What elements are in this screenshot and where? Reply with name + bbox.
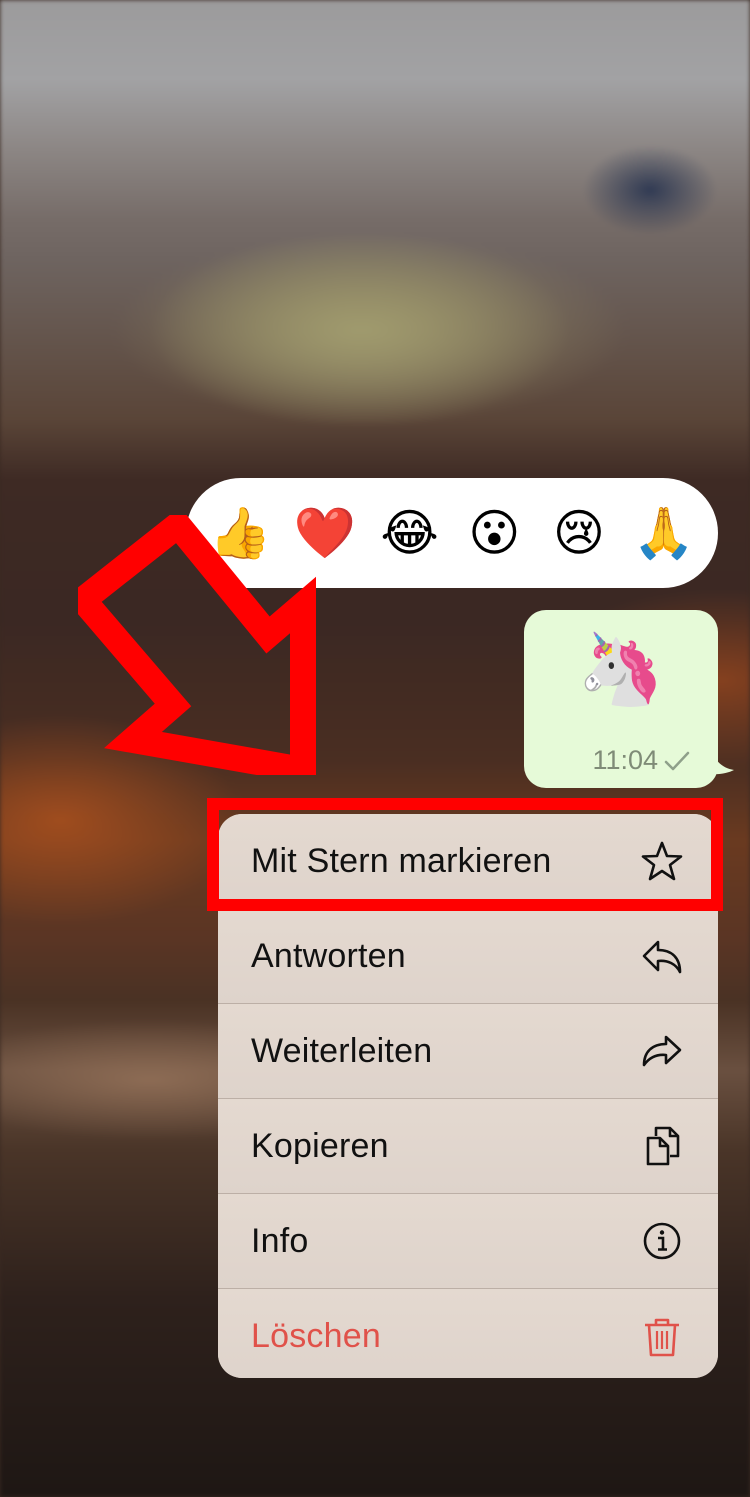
reaction-folded-hands[interactable]: 🙏 [629,508,699,558]
reaction-bar: 👍 ❤️ 😂 😮 😢 🙏 [186,478,718,588]
sent-check-icon [664,751,690,770]
reaction-crying[interactable]: 😢 [544,508,614,558]
copy-icon [640,1124,684,1168]
menu-item-label: Weiterleiten [251,1031,433,1070]
menu-item-label: Kopieren [251,1126,389,1165]
menu-item-star[interactable]: Mit Stern markieren [218,814,718,909]
message-bubble[interactable]: 🦄 11:04 [524,610,718,788]
reaction-surprised[interactable]: 😮 [459,508,529,558]
menu-item-reply[interactable]: Antworten [218,909,718,1004]
message-meta: 11:04 [592,745,690,776]
info-icon [640,1219,684,1263]
menu-item-label: Mit Stern markieren [251,841,552,880]
reply-icon [640,934,684,978]
reaction-heart[interactable]: ❤️ [290,508,360,558]
menu-item-forward[interactable]: Weiterleiten [218,1004,718,1099]
menu-item-label: Löschen [251,1317,381,1355]
menu-item-delete[interactable]: Löschen [218,1289,718,1378]
star-icon [640,839,684,883]
menu-item-info[interactable]: Info [218,1194,718,1289]
message-time: 11:04 [592,745,658,775]
menu-item-copy[interactable]: Kopieren [218,1099,718,1194]
menu-item-label: Info [251,1221,309,1260]
menu-item-label: Antworten [251,936,406,975]
trash-icon [640,1315,684,1359]
reaction-thumbs-up[interactable]: 👍 [205,508,275,558]
forward-icon [640,1029,684,1073]
message-context-menu: Mit Stern markieren Antworten Weiterleit… [218,814,718,1378]
unicorn-sticker: 🦄 [577,630,665,708]
reaction-tears-of-joy[interactable]: 😂 [375,508,445,558]
